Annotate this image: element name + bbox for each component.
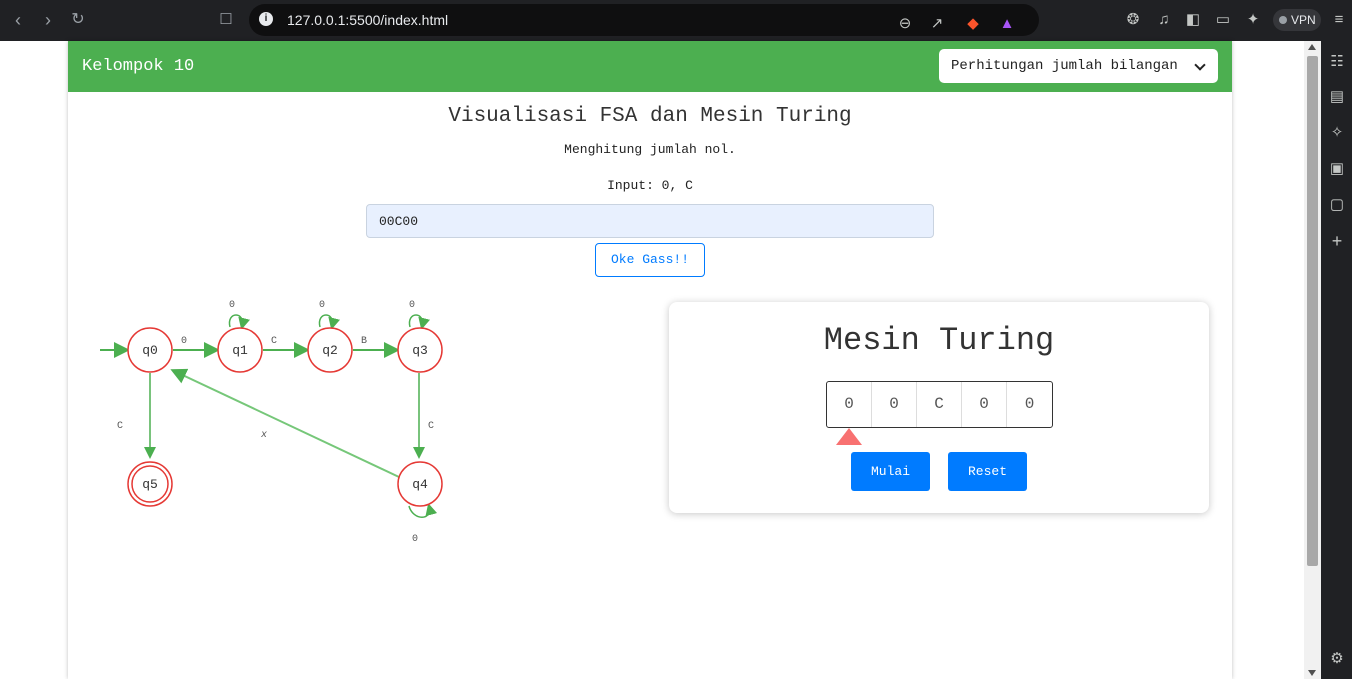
settings-icon[interactable]: ⚙ <box>1327 649 1347 669</box>
extensions-icon[interactable]: ❂ <box>1123 10 1143 30</box>
add-panel-icon[interactable]: + <box>1327 231 1347 251</box>
loop-q4 <box>408 503 438 518</box>
wallet-panel-icon[interactable]: ▢ <box>1327 195 1347 215</box>
reload-icon[interactable]: ↻ <box>66 8 90 32</box>
brave-shield-icon[interactable]: ◆ <box>963 14 983 34</box>
address-bar[interactable]: i 127.0.0.1:5500/index.html ⊖ ↗ ◆ ▲ <box>249 4 1039 36</box>
state-label-q2: q2 <box>322 343 338 358</box>
label-loop-q4: 0 <box>412 534 418 545</box>
browser-toolbar: ‹ › ↻ ☐ i 127.0.0.1:5500/index.html ⊖ ↗ … <box>0 0 1352 41</box>
video-panel-icon[interactable]: ▣ <box>1327 159 1347 179</box>
label-q2-q3: B <box>361 336 367 347</box>
state-label-q4: q4 <box>412 477 428 492</box>
brand-title: Kelompok 10 <box>82 57 195 76</box>
state-label-q0: q0 <box>142 343 158 358</box>
mode-select-value: Perhitungan jumlah bilangan <box>951 58 1178 74</box>
label-loop-q3: 0 <box>409 300 415 311</box>
scroll-up-icon[interactable] <box>1308 44 1316 50</box>
state-label-q3: q3 <box>412 343 428 358</box>
scroll-down-icon[interactable] <box>1308 670 1316 676</box>
label-q0-q5: C <box>117 421 123 432</box>
label-loop-q1: 0 <box>229 300 235 311</box>
state-label-q5: q5 <box>142 477 158 492</box>
page-title: Visualisasi FSA dan Mesin Turing <box>448 105 852 128</box>
loop-q3 <box>408 314 430 330</box>
chevron-down-icon <box>1194 59 1206 71</box>
tape-cell: 0 <box>1024 395 1035 413</box>
label-q0-q1: 0 <box>181 336 187 347</box>
brave-rewards-icon[interactable]: ▲ <box>997 14 1017 34</box>
tape-cell: 0 <box>962 382 1007 427</box>
site-info-icon[interactable]: i <box>259 12 273 26</box>
start-button[interactable]: Mulai <box>851 452 930 491</box>
state-label-q1: q1 <box>232 343 248 358</box>
label-q1-q2: C <box>271 336 277 347</box>
browser-side-panel: ☷ ▤ ✧ ▣ ▢ + ⚙ <box>1321 41 1352 679</box>
reset-button[interactable]: Reset <box>948 452 1027 491</box>
input-label: Input: 0, C <box>607 178 693 193</box>
edge-q4-q0 <box>170 368 400 478</box>
page-scrollbar[interactable] <box>1304 41 1321 679</box>
scrollbar-thumb[interactable] <box>1307 56 1318 566</box>
loop-q1 <box>228 314 250 330</box>
leo-ai-icon[interactable]: ✦ <box>1243 10 1263 30</box>
turing-title: Mesin Turing <box>823 322 1055 359</box>
vpn-button[interactable]: VPN <box>1273 9 1321 31</box>
page-container: Kelompok 10 Perhitungan jumlah bilangan … <box>68 41 1232 679</box>
loop-q2 <box>318 314 340 330</box>
back-icon[interactable]: ‹ <box>6 8 30 32</box>
tape-cell: C <box>917 382 962 427</box>
label-q4-q0: x <box>260 430 267 441</box>
share-icon[interactable]: ↗ <box>927 14 947 34</box>
label-loop-q2: 0 <box>319 300 325 311</box>
turing-tape: 0 0 C 0 0 <box>826 381 1053 428</box>
tape-cell: 0 <box>827 382 872 427</box>
submit-button[interactable]: Oke Gass!! <box>595 243 705 277</box>
page-subtitle: Menghitung jumlah nol. <box>564 142 736 157</box>
wallet-icon[interactable]: ▭ <box>1213 10 1233 30</box>
tape-head-icon <box>836 428 862 445</box>
leo-panel-icon[interactable]: ✧ <box>1327 123 1347 143</box>
app-navbar: Kelompok 10 Perhitungan jumlah bilangan <box>68 41 1232 92</box>
url-text: 127.0.0.1:5500/index.html <box>287 12 449 28</box>
zoom-icon[interactable]: ⊖ <box>895 14 915 34</box>
bookmark-icon[interactable]: ☐ <box>214 8 238 32</box>
menu-icon[interactable]: ≡ <box>1329 10 1349 30</box>
fsa-diagram: 0 C B C C x 0 0 0 0 q0 q1 q2 q3 q4 q5 <box>100 300 443 545</box>
forward-icon[interactable]: › <box>36 8 60 32</box>
reading-list-icon[interactable]: ☷ <box>1327 52 1347 72</box>
mode-select[interactable]: Perhitungan jumlah bilangan <box>939 49 1218 83</box>
string-input[interactable] <box>366 204 934 238</box>
tape-cell: 0 <box>872 382 917 427</box>
bookmarks-panel-icon[interactable]: ▤ <box>1327 87 1347 107</box>
turing-card: Mesin Turing 0 0 C 0 0 Mulai Reset <box>669 302 1209 513</box>
label-q3-q4: C <box>428 421 434 432</box>
sidebar-toggle-icon[interactable]: ◧ <box>1183 10 1203 30</box>
music-icon[interactable]: ♫ <box>1154 10 1174 30</box>
